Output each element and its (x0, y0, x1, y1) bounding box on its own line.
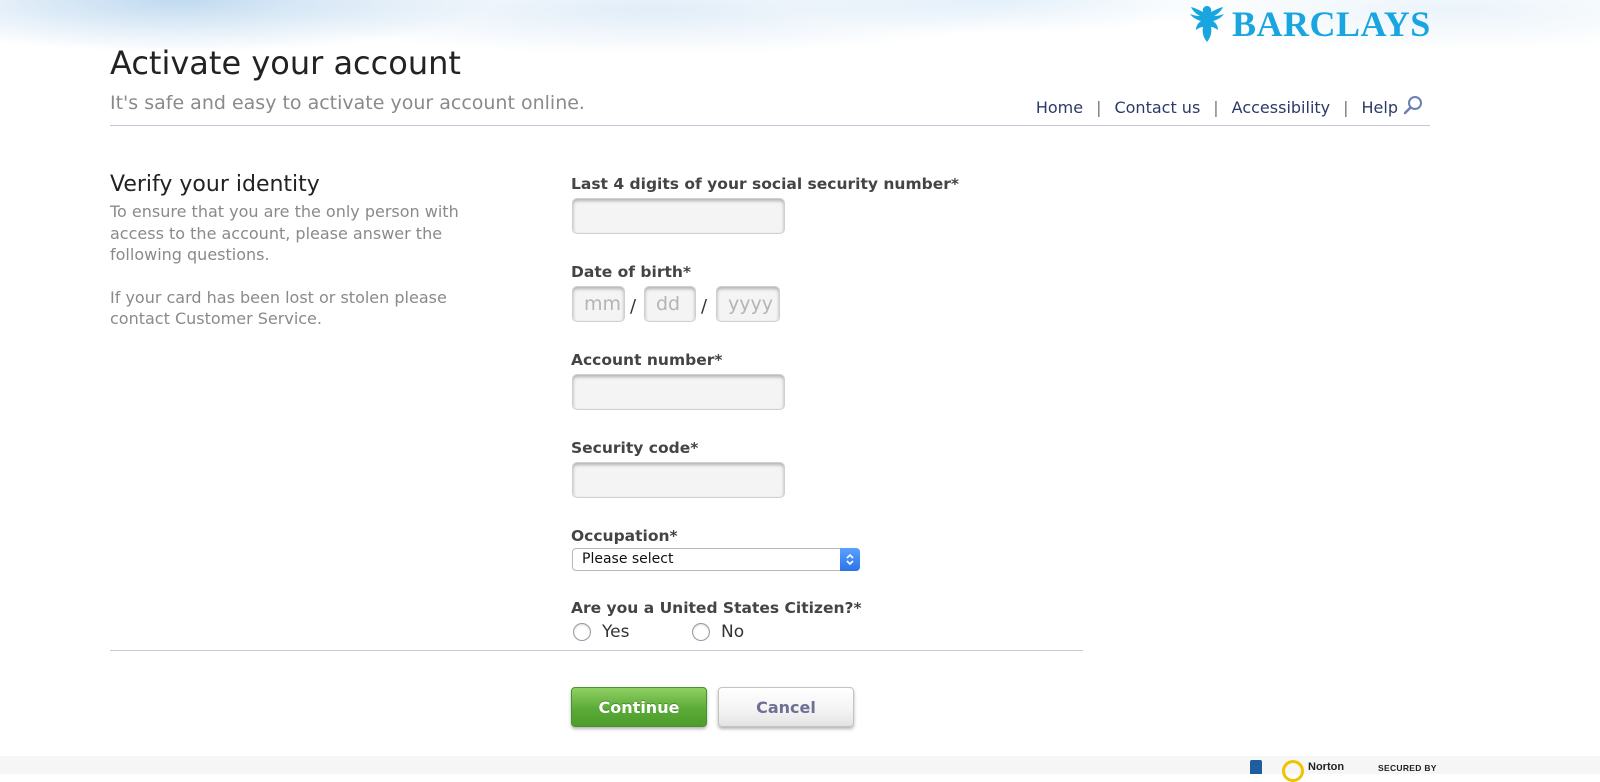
cancel-button[interactable]: Cancel (718, 687, 854, 727)
dob-label: Date of birth* (571, 263, 692, 281)
norton-label: Norton (1308, 761, 1345, 773)
bbb-badge-icon[interactable] (1250, 760, 1262, 774)
header-divider (110, 125, 1430, 126)
lost-card-note: If your card has been lost or stolen ple… (110, 287, 447, 329)
trust-badges: Norton SECURED BY (1250, 760, 1437, 782)
intro-paragraph: To ensure that you are the only person w… (110, 202, 459, 264)
page-title: Activate your account (110, 44, 461, 82)
dob-month-input[interactable] (572, 286, 625, 322)
dob-year-input[interactable] (716, 286, 780, 322)
citizen-question-label: Are you a United States Citizen?* (571, 599, 862, 617)
secured-by-label: SECURED BY (1378, 763, 1437, 773)
eagle-icon (1190, 6, 1224, 42)
dob-day-input[interactable] (644, 286, 696, 322)
ssn-input[interactable] (572, 198, 785, 234)
verify-identity-intro: Verify your identity To ensure that you … (110, 172, 460, 330)
occupation-selected-value: Please select (582, 551, 674, 567)
security-code-label: Security code* (571, 439, 699, 457)
page-subtitle: It's safe and easy to activate your acco… (110, 92, 585, 114)
radio-yes-label: Yes (602, 622, 630, 642)
ssn-label: Last 4 digits of your social security nu… (571, 175, 959, 193)
continue-button[interactable]: Continue (571, 687, 707, 727)
top-nav: Home | Contact us | Accessibility | Help (1036, 95, 1423, 119)
radio-no[interactable] (692, 623, 710, 641)
occupation-label: Occupation* (571, 527, 678, 545)
barclays-logo[interactable]: BARCLAYS (1188, 4, 1431, 44)
nav-separator: | (1213, 97, 1219, 117)
nav-separator: | (1343, 97, 1349, 117)
form-divider (110, 650, 1083, 651)
security-code-input[interactable] (572, 462, 785, 498)
citizen-yes-option[interactable]: Yes (573, 622, 629, 642)
nav-contact-link[interactable]: Contact us (1114, 98, 1200, 117)
brand-name: BARCLAYS (1232, 4, 1431, 44)
nav-separator: | (1096, 97, 1102, 117)
account-number-label: Account number* (571, 351, 723, 369)
norton-badge[interactable]: Norton (1282, 760, 1364, 782)
occupation-select[interactable]: Please select (572, 548, 860, 571)
section-heading: Verify your identity (110, 172, 320, 197)
account-number-input[interactable] (572, 374, 785, 410)
date-separator: / (630, 296, 637, 317)
nav-accessibility-link[interactable]: Accessibility (1232, 98, 1330, 117)
date-separator: / (701, 296, 708, 317)
radio-no-label: No (721, 622, 745, 642)
nav-help-link[interactable]: Help (1362, 98, 1398, 117)
radio-yes[interactable] (573, 623, 591, 641)
citizen-no-option[interactable]: No (692, 622, 744, 642)
nav-home-link[interactable]: Home (1036, 98, 1083, 117)
chevron-updown-icon (840, 548, 860, 571)
search-icon[interactable] (1403, 95, 1423, 119)
norton-check-icon (1282, 760, 1304, 782)
